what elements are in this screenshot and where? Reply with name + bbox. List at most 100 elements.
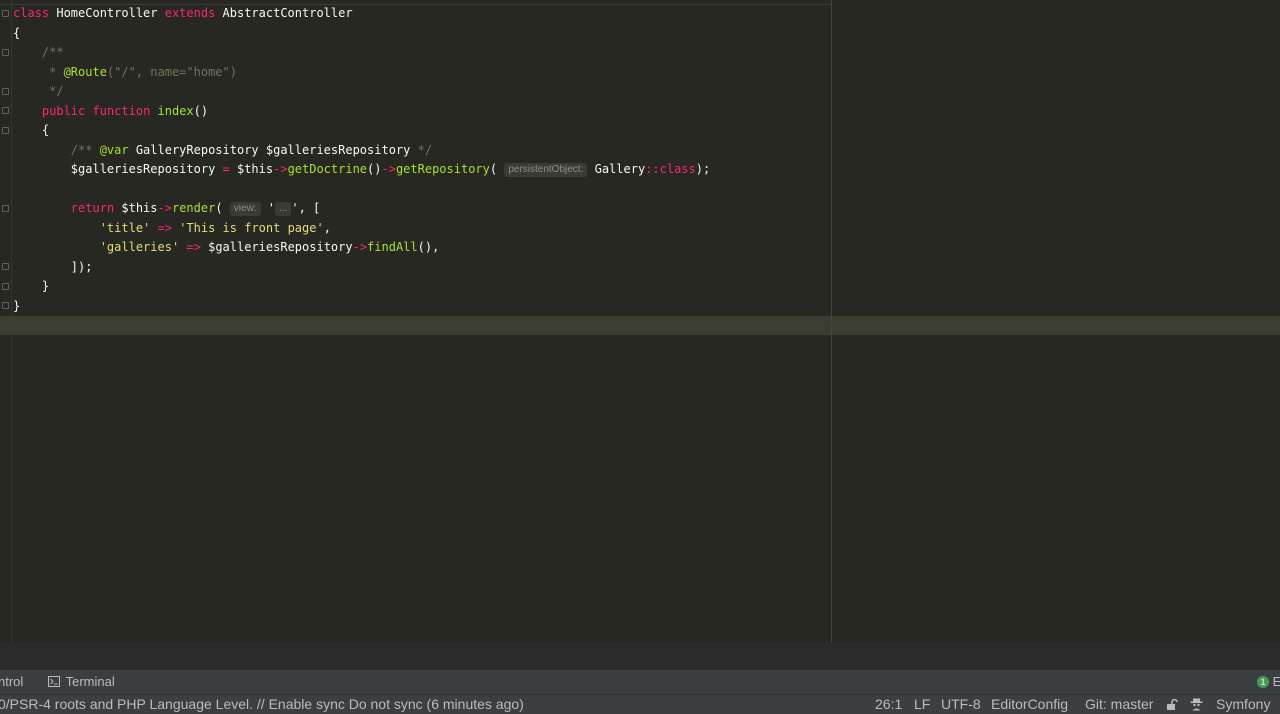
right-margin-guide — [831, 0, 832, 642]
version-control-label: ntrol — [0, 674, 24, 689]
code-token: -> — [381, 162, 396, 176]
code-token: -> — [352, 240, 368, 254]
editorconfig-widget[interactable]: EditorConfig — [991, 696, 1068, 712]
event-log-count-badge: 1 — [1257, 676, 1269, 688]
code-line[interactable]: * @Route("/", name="home") — [13, 63, 710, 83]
code-line[interactable]: /** — [13, 43, 710, 63]
code-token: GalleryRepository $galleriesRepository — [128, 142, 418, 157]
fold-marker-icon[interactable] — [2, 88, 9, 95]
code-token: => — [186, 240, 201, 254]
code-token: * — [13, 64, 64, 79]
event-log-label: E — [1272, 674, 1280, 689]
code-line[interactable]: /** @var GalleryRepository $galleriesRep… — [13, 141, 710, 161]
caret-position[interactable]: 26:1 — [875, 696, 902, 712]
code-token: 'This is front page' — [179, 220, 324, 235]
fold-marker-icon[interactable] — [2, 205, 9, 212]
parameter-hint: persistentObject: — [504, 163, 588, 177]
fold-marker-icon[interactable] — [2, 127, 9, 134]
code-token: render — [171, 201, 216, 215]
code-token: ', [ — [291, 201, 321, 215]
code-token: @Route — [63, 64, 107, 79]
code-token: ' — [260, 201, 276, 215]
code-token: { — [13, 25, 21, 40]
terminal-icon — [48, 676, 60, 687]
code-token: AbstractController — [215, 6, 353, 20]
code-token: $this — [229, 162, 274, 176]
code-token: ("/", name="home") — [106, 64, 237, 79]
code-token: */ — [417, 142, 433, 157]
code-token: extends — [164, 6, 216, 20]
code-token: , — [323, 220, 331, 235]
code-token: } — [13, 279, 50, 293]
parameter-hint: view: — [229, 202, 261, 216]
fold-marker-icon[interactable] — [2, 10, 9, 17]
code-token: index — [157, 103, 194, 118]
code-content[interactable]: class HomeController extends AbstractCon… — [13, 4, 710, 316]
terminal-label: Terminal — [65, 674, 115, 689]
line-separator[interactable]: LF — [914, 696, 930, 712]
hector-inspector-icon[interactable] — [1190, 698, 1203, 714]
caret-row-highlight — [0, 316, 1280, 335]
code-line[interactable]: ]); — [13, 258, 710, 278]
code-token: => — [157, 220, 172, 235]
terminal-tab[interactable]: Terminal — [48, 674, 115, 689]
status-message[interactable]: 0/PSR-4 roots and PHP Language Level. //… — [0, 696, 524, 712]
code-token: 'title' — [99, 220, 151, 235]
code-line[interactable]: $galleriesRepository = $this->getDoctrin… — [13, 160, 710, 180]
code-token: :: — [645, 162, 660, 176]
code-line[interactable]: return $this->render( view: '... ', [ — [13, 199, 710, 219]
code-line[interactable]: { — [13, 121, 710, 141]
code-token: class — [13, 6, 50, 20]
version-control-tab[interactable]: ntrol — [0, 674, 23, 689]
code-token: $this — [114, 201, 158, 215]
code-token: (), — [417, 240, 440, 254]
code-editor[interactable]: class HomeController extends AbstractCon… — [0, 0, 1280, 642]
code-line[interactable] — [13, 180, 710, 200]
code-token: class — [659, 162, 696, 176]
code-token: -> — [273, 162, 288, 176]
fold-marker-icon[interactable] — [2, 107, 9, 114]
code-token: /** — [13, 45, 64, 59]
code-line[interactable]: public function index() — [13, 102, 710, 122]
code-token: ]); — [13, 259, 93, 274]
status-bar: 0/PSR-4 roots and PHP Language Level. //… — [0, 694, 1280, 714]
fold-marker-icon[interactable] — [2, 302, 9, 309]
code-token: findAll — [367, 240, 418, 254]
code-line[interactable]: { — [13, 24, 710, 44]
editor-bottom-area — [0, 642, 1280, 670]
code-token: ); — [695, 162, 711, 176]
code-token: () — [367, 162, 382, 176]
fold-marker-icon[interactable] — [2, 283, 9, 290]
code-line[interactable]: */ — [13, 82, 710, 102]
code-line[interactable]: 'galleries' => $galleriesRepository->fin… — [13, 238, 710, 258]
code-token: public — [41, 103, 86, 118]
code-token: ( — [215, 201, 230, 215]
code-token: $galleriesRepository — [13, 162, 223, 176]
code-line[interactable]: 'title' => 'This is front page', — [13, 219, 710, 239]
fold-marker-icon[interactable] — [2, 49, 9, 56]
lock-icon[interactable] — [1166, 698, 1178, 714]
code-token: HomeController — [49, 6, 165, 20]
code-token: } — [13, 298, 21, 313]
code-line[interactable]: class HomeController extends AbstractCon… — [13, 4, 710, 24]
symfony-plugin-widget[interactable]: Symfony — [1216, 696, 1270, 712]
code-token: -> — [157, 201, 172, 215]
code-line[interactable]: } — [13, 277, 710, 297]
code-line[interactable]: } — [13, 297, 710, 317]
fold-marker-icon[interactable] — [2, 263, 9, 270]
git-branch-widget[interactable]: Git: master — [1085, 696, 1153, 712]
event-log-tab[interactable]: 1 E — [1257, 674, 1280, 689]
code-token: */ — [13, 84, 64, 98]
parameter-hint: ... — [275, 202, 292, 216]
file-encoding[interactable]: UTF-8 — [941, 696, 981, 712]
code-token: /** — [13, 142, 100, 157]
tool-window-bar: ntrol Terminal 1 E — [0, 670, 1280, 694]
code-token: return — [70, 201, 115, 215]
code-token: ( — [489, 162, 505, 176]
